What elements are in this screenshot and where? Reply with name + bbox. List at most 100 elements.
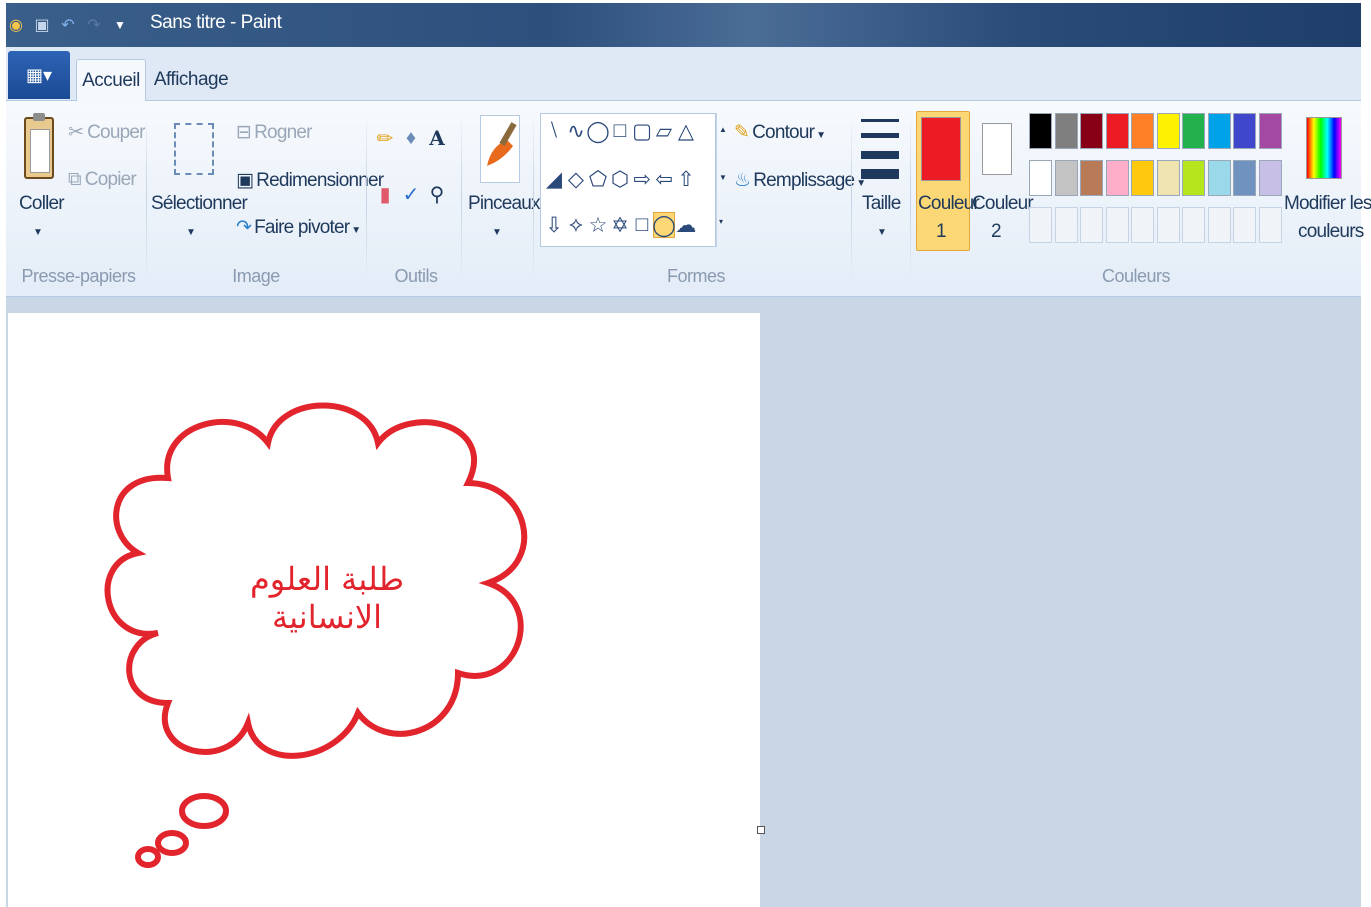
palette-custom-slot[interactable] (1131, 207, 1154, 243)
fill-bucket-icon[interactable]: ♦ (399, 125, 423, 151)
pencil-icon[interactable]: ✏ (373, 125, 397, 151)
curve-shape-icon[interactable]: ∿ (565, 118, 587, 144)
rectangle-shape-icon[interactable]: □ (609, 118, 631, 144)
palette-color-swatch[interactable] (1207, 160, 1231, 196)
tab-affichage[interactable]: Affichage (154, 59, 229, 101)
right-triangle-shape-icon[interactable]: ◢ (543, 166, 565, 192)
size-icon[interactable] (861, 115, 901, 179)
brushes-button[interactable]: Pinceaux (468, 193, 541, 215)
palette-custom-slot[interactable] (1054, 207, 1078, 243)
down-arrow-shape-icon[interactable]: ⇩ (543, 212, 565, 238)
edit-colors-button-line2[interactable]: couleurs (1298, 221, 1364, 243)
paste-button[interactable]: Coller (19, 193, 65, 215)
left-arrow-shape-icon[interactable]: ⇦ (653, 166, 675, 192)
palette-color-swatch[interactable] (1258, 113, 1282, 149)
save-icon[interactable]: ▣ (32, 14, 52, 36)
oval-callout-shape-icon[interactable]: ◯ (652, 212, 676, 238)
size-dropdown-icon[interactable]: ▼ (877, 227, 887, 238)
outline-button[interactable]: ✎ Contour ▼ (734, 121, 826, 144)
palette-color-swatch[interactable] (1054, 160, 1078, 196)
six-point-star-shape-icon[interactable]: ✡ (609, 212, 631, 238)
palette-color-swatch[interactable] (1182, 113, 1205, 149)
brushes-icon[interactable] (480, 115, 520, 183)
pentagon-shape-icon[interactable]: ⬠ (587, 166, 609, 192)
color2-label[interactable]: Couleur (972, 193, 1034, 215)
resize-button[interactable]: ▣ Redimensionner (236, 169, 384, 192)
text-icon[interactable]: A (425, 125, 449, 151)
customize-toolbar-icon[interactable]: ▼ (110, 14, 130, 36)
crop-button[interactable]: ⊟ Rogner (236, 121, 312, 144)
line-shape-icon[interactable]: ⧵ (543, 118, 565, 144)
undo-icon[interactable]: ↶ (58, 14, 78, 36)
five-point-star-shape-icon[interactable]: ☆ (587, 212, 609, 238)
fill-button[interactable]: ♨ Remplissage ▼ (734, 169, 866, 192)
cloud-callout-shape-icon[interactable]: ☁ (675, 212, 697, 238)
canvas-resize-handle[interactable] (757, 826, 765, 834)
select-button[interactable]: Sélectionner (151, 193, 248, 215)
rotate-dropdown-icon: ▼ (349, 225, 361, 236)
size-button[interactable]: Taille (862, 193, 901, 215)
brushes-dropdown-icon[interactable]: ▼ (492, 227, 502, 238)
eraser-icon[interactable]: ▮ (373, 181, 397, 207)
palette-custom-slot[interactable] (1207, 207, 1231, 243)
tab-accueil[interactable]: Accueil (76, 59, 146, 101)
scroll-up-icon[interactable]: ▲ (719, 125, 727, 134)
cut-button[interactable]: ✂ Couper (68, 121, 145, 144)
palette-custom-slot[interactable] (1258, 207, 1282, 243)
color2-swatch[interactable] (982, 123, 1012, 175)
rotate-icon: ↷ (236, 217, 252, 238)
palette-custom-slot[interactable] (1233, 207, 1256, 243)
gallery-expand-icon[interactable]: ▾ (719, 217, 723, 226)
copy-button[interactable]: ⧉ Copier (68, 169, 137, 191)
paste-dropdown-icon[interactable]: ▼ (33, 227, 43, 238)
magnifier-icon[interactable]: ⚲ (425, 181, 449, 207)
rounded-callout-shape-icon[interactable]: □ (631, 212, 653, 238)
oval-shape-icon[interactable]: ◯ (586, 118, 610, 144)
diamond-shape-icon[interactable]: ◇ (565, 166, 587, 192)
edit-colors-icon[interactable] (1306, 117, 1342, 179)
right-arrow-shape-icon[interactable]: ⇨ (631, 166, 653, 192)
palette-color-swatch[interactable] (1054, 113, 1078, 149)
palette-color-swatch[interactable] (1233, 113, 1256, 149)
palette-color-swatch[interactable] (1105, 113, 1129, 149)
palette-color-swatch[interactable] (1029, 160, 1052, 196)
palette-color-swatch[interactable] (1131, 113, 1154, 149)
edit-colors-button[interactable]: Modifier les (1284, 193, 1371, 215)
palette-custom-slot[interactable] (1105, 207, 1129, 243)
palette-color-swatch[interactable] (1080, 160, 1103, 196)
up-arrow-shape-icon[interactable]: ⇧ (675, 166, 697, 192)
palette-color-swatch[interactable] (1233, 160, 1256, 196)
palette-custom-slot[interactable] (1156, 207, 1180, 243)
palette-color-swatch[interactable] (1156, 160, 1180, 196)
hexagon-shape-icon[interactable]: ⬡ (609, 166, 631, 192)
palette-custom-slot[interactable] (1182, 207, 1205, 243)
four-point-star-shape-icon[interactable]: ⟡ (565, 212, 587, 238)
triangle-shape-icon[interactable]: △ (675, 118, 697, 144)
ribbon-tabs: ▦▾ Accueil Affichage (6, 47, 1361, 101)
palette-custom-slot[interactable] (1080, 207, 1103, 243)
palette-color-swatch[interactable] (1207, 113, 1231, 149)
paint-app-icon[interactable]: ◉ (6, 14, 26, 36)
palette-color-swatch[interactable] (1258, 160, 1282, 196)
rotate-button[interactable]: ↷ Faire pivoter ▼ (236, 216, 361, 239)
color1-number: 1 (936, 221, 947, 242)
select-icon[interactable] (174, 123, 214, 175)
palette-color-swatch[interactable] (1105, 160, 1129, 196)
redo-icon[interactable]: ↷ (84, 14, 104, 36)
color2-number[interactable]: 2 (991, 221, 1002, 243)
rounded-rectangle-shape-icon[interactable]: ▢ (631, 118, 653, 144)
paint-menu-button[interactable]: ▦▾ (8, 51, 70, 99)
palette-color-swatch[interactable] (1029, 113, 1052, 149)
palette-color-swatch[interactable] (1156, 113, 1180, 149)
select-dropdown-icon[interactable]: ▼ (186, 227, 196, 238)
color-picker-icon[interactable]: ✓ (399, 181, 423, 207)
palette-custom-slot[interactable] (1029, 207, 1052, 243)
palette-color-swatch[interactable] (1182, 160, 1205, 196)
palette-color-swatch[interactable] (1131, 160, 1154, 196)
scroll-down-icon[interactable]: ▼ (719, 173, 727, 182)
polygon-shape-icon[interactable]: ▱ (653, 118, 675, 144)
tools-group-label: Outils (394, 266, 438, 286)
paste-icon[interactable] (24, 117, 54, 179)
shapes-gallery-scrollbar[interactable]: ▲ ▼ ▾ (716, 113, 728, 247)
palette-color-swatch[interactable] (1080, 113, 1103, 149)
